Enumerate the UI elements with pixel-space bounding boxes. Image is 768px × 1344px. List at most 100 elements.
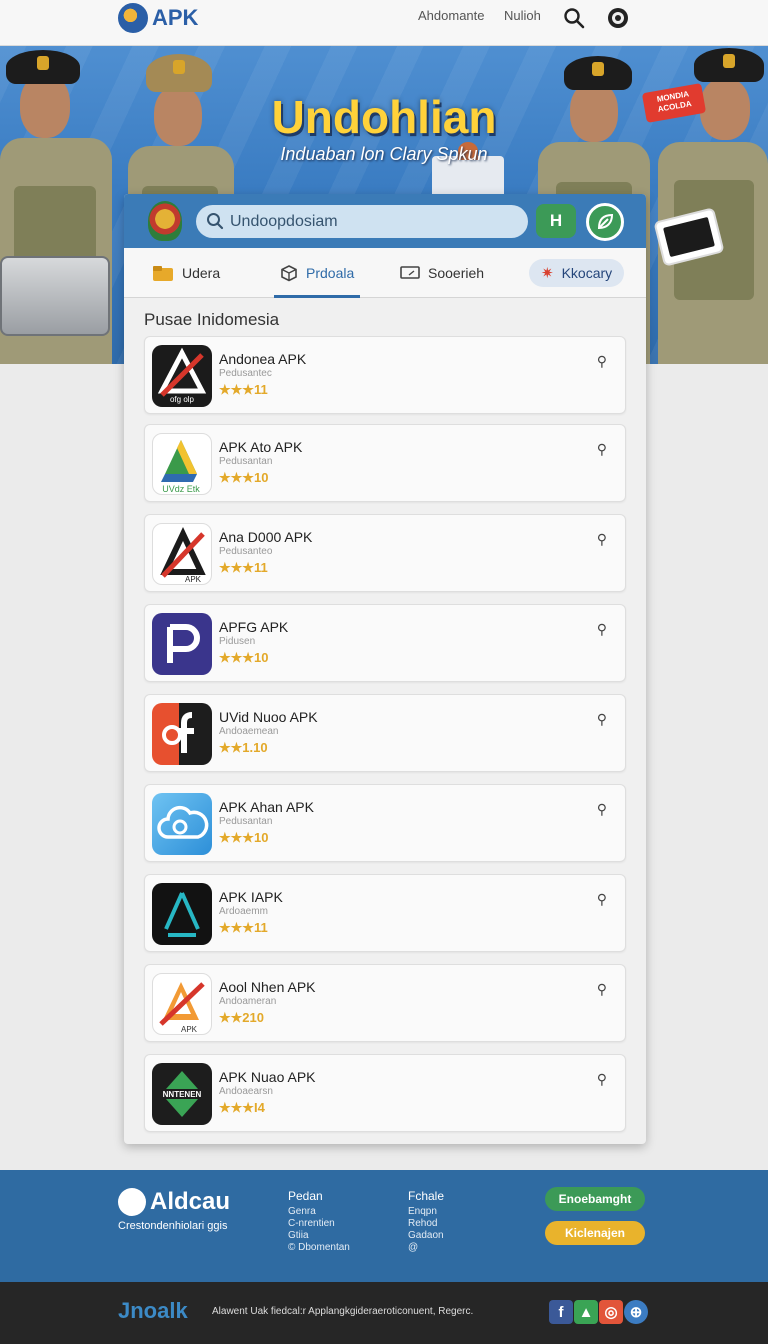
app-rating: ★★210	[219, 1010, 264, 1025]
tab-prdoala[interactable]: Prdoala	[273, 248, 361, 298]
pin-icon[interactable]: ⚲	[597, 353, 607, 370]
app-rating: ★★★11	[219, 382, 268, 397]
pin-icon[interactable]: ⚲	[597, 711, 607, 728]
app-name: APK Ato APK	[219, 439, 303, 455]
triangle-a-icon: ofg olp	[152, 345, 212, 407]
footer-link[interactable]: Gadaon	[408, 1230, 444, 1242]
list-item[interactable]: APK Ana D000 APK Pedusanteo ★★★11 ⚲	[144, 514, 626, 592]
pin-icon[interactable]: ⚲	[597, 441, 607, 458]
list-item[interactable]: UVdz Etk APK Ato APK Pedusantan ★★★10 ⚲	[144, 424, 626, 502]
search-submit-button[interactable]: H	[536, 204, 576, 238]
app-name: Aool Nhen APK	[219, 979, 316, 995]
pin-icon[interactable]: ⚲	[597, 981, 607, 998]
app-rating: ★★★10	[219, 470, 269, 485]
list-item[interactable]: NNTENEN APK Nuao APK Andoaearsn ★★★I4 ⚲	[144, 1054, 626, 1132]
crossed-a-icon: APK	[152, 523, 212, 585]
android-icon[interactable]: ▲	[574, 1300, 598, 1324]
top-navigation-bar: APK Ahdomante Nulioh	[0, 0, 768, 46]
pin-icon[interactable]: ⚲	[597, 1071, 607, 1088]
app-subtitle: Pidusen	[219, 636, 256, 647]
app-rating: ★★★I4	[219, 1100, 265, 1115]
app-name: APK IAPK	[219, 889, 283, 905]
footer-logo[interactable]: Aldcau	[118, 1188, 230, 1216]
list-item[interactable]: APK Aool Nhen APK Andoameran ★★210 ⚲	[144, 964, 626, 1042]
folder-icon	[153, 266, 173, 281]
nav-link-ahdomante[interactable]: Ahdomante	[418, 8, 485, 23]
bottom-logo[interactable]: Jnoalk	[118, 1298, 188, 1324]
footer-link[interactable]: C-nrentien	[288, 1218, 350, 1230]
copyright-text: Alawent Uak fiedcal:r Applangkgideraerot…	[212, 1306, 474, 1317]
logo-text: APK	[152, 5, 199, 30]
logo-emblem-icon	[118, 3, 148, 33]
hero-title: Undohlian	[271, 91, 497, 143]
facebook-icon[interactable]: f	[549, 1300, 573, 1324]
app-subtitle: Andoaemean	[219, 726, 279, 737]
footer-link[interactable]: @	[408, 1242, 444, 1254]
list-item[interactable]: UVid Nuoo APK Andoaemean ★★1.10 ⚲	[144, 694, 626, 772]
footer-link[interactable]: Rehod	[408, 1218, 444, 1230]
site-logo[interactable]: APK	[118, 2, 198, 34]
app-subtitle: Pedusantan	[219, 456, 273, 467]
tab-udera[interactable]: Udera	[152, 248, 220, 298]
footer-link[interactable]: Enqpn	[408, 1206, 444, 1218]
tab-sooerieh[interactable]: Sooerieh	[400, 248, 484, 298]
f-letter-icon	[152, 703, 212, 765]
pin-icon[interactable]: ⚲	[597, 891, 607, 908]
footer-link[interactable]: © Dbomentan	[288, 1242, 350, 1254]
app-subtitle: Andoameran	[219, 996, 277, 1007]
app-subtitle: Pedusantan	[219, 816, 273, 827]
list-item[interactable]: ofg olp Andonea APK Pedusantec ★★★11 ⚲	[144, 336, 626, 414]
app-list-panel: Undoopdosiam H Udera Prdoala Sooerieh ✷ …	[124, 194, 646, 1144]
search-bar: Undoopdosiam H	[124, 194, 646, 248]
primary-footer-button[interactable]: Enoebamght	[545, 1187, 645, 1211]
pin-icon[interactable]: ⚲	[597, 531, 607, 548]
app-name: Andonea APK	[219, 351, 307, 367]
search-icon[interactable]	[560, 4, 588, 32]
footer-logo-text: Aldcau	[150, 1188, 231, 1215]
tab-kkocary[interactable]: ✷ Kkocary	[529, 259, 625, 287]
tab-label: Sooerieh	[428, 265, 485, 281]
nav-link-nulioh[interactable]: Nulioh	[504, 8, 541, 23]
footer-link[interactable]: Gtiia	[288, 1230, 350, 1242]
hero-subtitle: Induaban lon Clary Spkun	[280, 144, 488, 164]
footer-column-fchale: Fchale Enqpn Rehod Gadaon @	[408, 1190, 444, 1254]
svg-text:ofg olp: ofg olp	[170, 395, 195, 404]
tab-label: Prdoala	[306, 265, 355, 281]
footer-logo-icon	[118, 1188, 146, 1216]
instagram-icon[interactable]: ◎	[599, 1300, 623, 1324]
list-item[interactable]: APK IAPK Ardoaemm ★★★11 ⚲	[144, 874, 626, 952]
orange-a-icon: APK	[152, 973, 212, 1035]
secondary-footer-button[interactable]: Kiclenajen	[545, 1221, 645, 1245]
monitor-icon	[400, 266, 420, 279]
p-letter-icon	[152, 613, 212, 675]
footer-column-heading: Fchale	[408, 1189, 445, 1203]
section-title: Pusae Inidomesia	[144, 310, 280, 329]
svg-text:UVdz Etk: UVdz Etk	[162, 484, 200, 494]
app-name: UVid Nuoo APK	[219, 709, 318, 725]
app-subtitle: Andoaearsn	[219, 1086, 273, 1097]
app-rating: ★★★11	[219, 560, 268, 575]
star-icon: ✷	[541, 265, 554, 282]
pin-icon[interactable]: ⚲	[597, 801, 607, 818]
bottom-bar: Jnoalk Alawent Uak fiedcal:r Applangkgid…	[0, 1282, 768, 1344]
list-item[interactable]: APK Ahan APK Pedusantan ★★★10 ⚲	[144, 784, 626, 862]
app-rating: ★★★11	[219, 920, 268, 935]
app-rating: ★★1.10	[219, 740, 268, 755]
footer-link[interactable]: Genra	[288, 1206, 350, 1218]
globe-icon[interactable]: ⊕	[624, 1300, 648, 1324]
category-tabs: Udera Prdoala Sooerieh ✷ Kkocary	[124, 248, 646, 298]
pin-icon[interactable]: ⚲	[597, 621, 607, 638]
list-item[interactable]: APFG APK Pidusen ★★★10 ⚲	[144, 604, 626, 682]
svg-text:NNTENEN: NNTENEN	[163, 1090, 202, 1099]
cube-icon	[281, 265, 297, 282]
dark-a-icon	[152, 883, 212, 945]
leaf-button[interactable]	[586, 203, 624, 241]
tab-label: Udera	[182, 265, 221, 281]
svg-text:APK: APK	[181, 1025, 198, 1034]
app-name: APFG APK	[219, 619, 289, 635]
app-name: APK Ahan APK	[219, 799, 314, 815]
search-input[interactable]: Undoopdosiam	[196, 205, 528, 238]
gear-icon[interactable]	[604, 4, 632, 32]
app-subtitle: Ardoaemm	[219, 906, 268, 917]
search-icon	[207, 213, 224, 230]
